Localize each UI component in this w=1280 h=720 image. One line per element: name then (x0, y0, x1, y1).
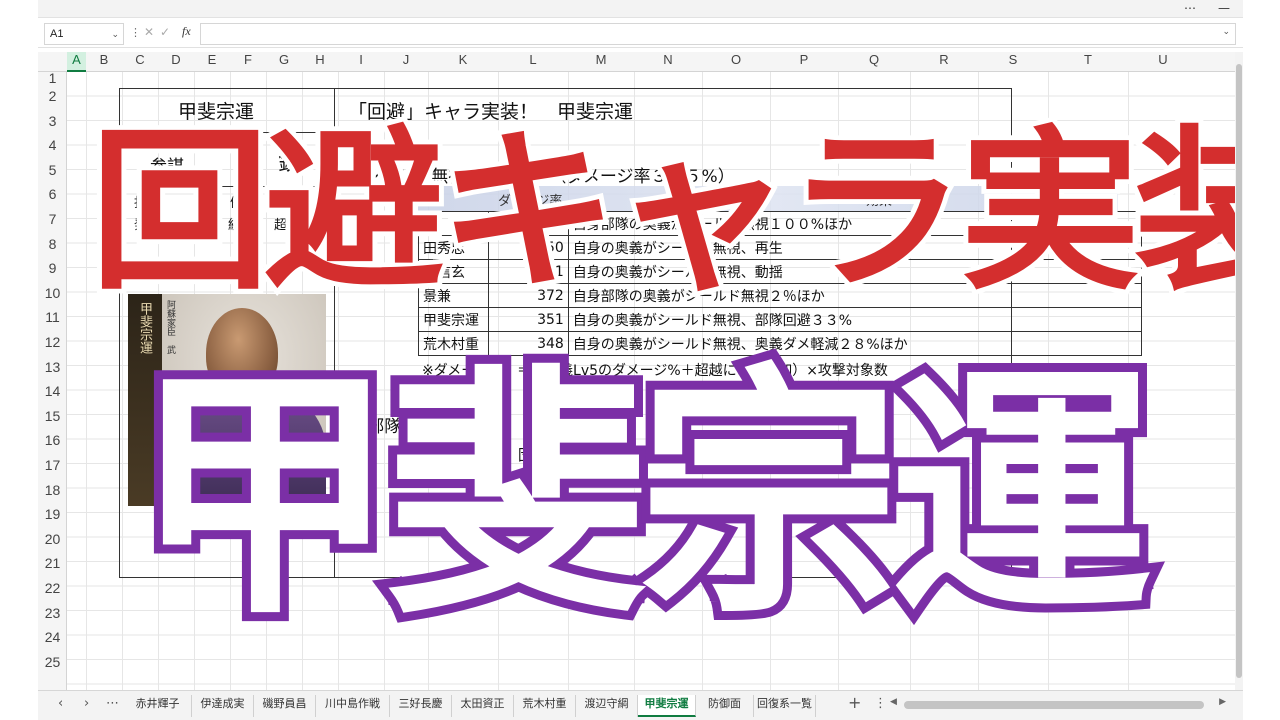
table-cell-effect[interactable]: 自身部隊の奥義がシールド無視２％ほか (567, 283, 1143, 308)
excel-window: ⋯ — A1 ⌄ ⋮ ✕ ✓ fx ⌄ ABCDEFGHIJKLMNOPQRST… (38, 0, 1243, 720)
table-row: 景兼 372 自身部隊の奥義がシールド無視２％ほか (418, 283, 1143, 308)
scroll-right-icon[interactable]: ▶ (1219, 697, 1226, 707)
table-cell-name[interactable]: 田秀忠 (418, 235, 489, 260)
vertical-scrollbar[interactable] (1235, 52, 1243, 690)
small-portrait-fragment (142, 264, 174, 280)
table-row: 自身部隊の奥義がシールド無視１００%ほか (418, 211, 1143, 236)
section-2-line-3: 「ダメージ」は回避可 (518, 504, 668, 522)
table-cell-effect[interactable]: 自身の奥義がシールド無視、動揺 (567, 259, 1143, 284)
table-cell-value[interactable]: 450 (487, 235, 569, 260)
sheet-tab-9[interactable]: 甲斐宗運 (638, 695, 696, 717)
left-rule (138, 132, 334, 133)
horizontal-scrollbar[interactable]: ◀ ▶ (890, 697, 1226, 710)
tab-next-icon[interactable]: › (84, 696, 89, 711)
tab-more-icon[interactable]: ⋯ (106, 696, 119, 711)
horizontal-scroll-thumb[interactable] (904, 701, 1204, 709)
portrait-head (206, 308, 278, 398)
sheet-tab-8[interactable]: 渡辺守綱 (576, 695, 638, 717)
portrait-name-band: 甲斐宗運 (128, 294, 162, 506)
left-row7-b: 間 (178, 218, 192, 233)
portrait-robe (176, 390, 326, 506)
sheet-options-icon[interactable]: ⋮ (874, 696, 887, 711)
left-title: 甲斐宗運 (178, 101, 255, 123)
right-title: 「回避」キャラ実装！ 甲斐宗運 (348, 101, 634, 123)
left-row7-a: 発 (134, 218, 148, 233)
left-row4-label: 参謀 (150, 157, 184, 177)
left-row7-c: 統 (228, 218, 242, 233)
portrait-name: 甲斐宗運 (137, 302, 152, 354)
table-cell-value[interactable]: 441 (487, 259, 569, 284)
table-cell-value[interactable]: 372 (487, 283, 569, 308)
left-rule-2 (138, 186, 334, 187)
sheet-tab-6[interactable]: 太田資正 (452, 695, 514, 717)
sheet-content: 甲斐宗運 「回避」キャラ実装！ 甲斐宗運 参謀 鉄 指 備 超越 発 間 統 超… (38, 0, 1243, 720)
sheet-tab-11[interactable]: 回復系一覧 (754, 695, 816, 717)
left-row6-c: 超越 (284, 194, 311, 209)
table-row: 田秀忠 450 自身の奥義がシールド無視、再生 (418, 235, 1143, 260)
screen-border-right (1243, 0, 1280, 720)
table-cell-effect[interactable]: 自身の奥義がシールド無視、奥義ダメ軽減２８%ほか (567, 331, 1143, 356)
sheet-tab-7[interactable]: 荒木村重 (514, 695, 576, 717)
sheet-tab-2[interactable]: 伊達成実 (192, 695, 254, 717)
left-row6-a: 指 (134, 196, 148, 211)
left-row4-value: 鉄 (278, 151, 301, 176)
damage-table: 自身部隊の奥義がシールド無視１００%ほか 田秀忠 450 自身の奥義がシールド無視、再… (418, 211, 1143, 356)
table-row: 荒木村重 348 自身の奥義がシールド無視、奥義ダメ軽減２８%ほか (418, 331, 1143, 356)
table-row: 甲斐宗運 351 自身の奥義がシールド無視、部隊回避３３% (418, 307, 1143, 332)
sheet-tab-bar: ‹ › ⋯ + ⋮ ◀ ▶ 赤井輝子 伊達成実 磯野員昌 川中島作戦 三好長慶 太田資正荒… (38, 690, 1243, 720)
left-row6-b: 備 (230, 196, 244, 211)
damage-note: ※ダメージ率 ＝（奥義Lv5のダメージ%＋超越による増加）×攻撃対象数 (422, 363, 888, 379)
left-row7-d: 超越向 (274, 218, 314, 233)
vertical-scroll-thumb[interactable] (1236, 64, 1242, 678)
sheet-tab-10[interactable]: 防御面 (696, 695, 754, 717)
add-sheet-icon[interactable]: + (848, 693, 861, 712)
portrait-caption: 阿蘇家臣 武 (165, 300, 175, 354)
table-cell-name[interactable] (418, 211, 489, 236)
col-damage-header: ダメージ率 (498, 194, 563, 209)
sheet-tab-3[interactable]: 磯野員昌 (254, 695, 316, 717)
character-portrait: 甲斐宗運 阿蘇家臣 武 (128, 294, 326, 506)
table-cell-name[interactable]: 景兼 (418, 283, 489, 308)
sheet-tab-1[interactable]: 赤井輝子 (124, 695, 192, 717)
screen-border-left (0, 0, 38, 720)
table-cell-value[interactable] (487, 211, 569, 236)
table-row: 田信玄 441 自身の奥義がシールド無視、動揺 (418, 259, 1143, 284)
table-cell-value[interactable]: 348 (487, 331, 569, 356)
table-cell-name[interactable]: 田信玄 (418, 259, 489, 284)
section-1-heading: ①シールド無視のダメージ（ダメージ率３５５%） (348, 167, 735, 187)
scroll-left-icon[interactable]: ◀ (890, 697, 897, 707)
table-cell-effect[interactable]: 自身部隊の奥義がシールド無視１００%ほか (567, 211, 1143, 236)
table-cell-effect[interactable]: 自身の奥義がシールド無視、再生 (567, 235, 1143, 260)
table-cell-name[interactable]: 甲斐宗運 (418, 307, 489, 332)
tab-prev-icon[interactable]: ‹ (58, 696, 63, 711)
table-cell-value[interactable]: 351 (487, 307, 569, 332)
section-2-line-2: は (518, 472, 534, 490)
table-cell-effect[interactable]: 自身の奥義がシールド無視、部隊回避３３% (567, 307, 1143, 332)
content-divider (334, 88, 335, 578)
col-effect-header: 効果 (866, 194, 893, 209)
sheet-tab-5[interactable]: 三好長慶 (390, 695, 452, 717)
table-cell-name[interactable]: 荒木村重 (418, 331, 489, 356)
section-2-line-1: 団の回避率３３%上昇 (518, 446, 668, 464)
sheet-tab-4[interactable]: 川中島作戦 (316, 695, 390, 717)
section-2-heading: ②部隊回避（３３） (352, 417, 504, 437)
